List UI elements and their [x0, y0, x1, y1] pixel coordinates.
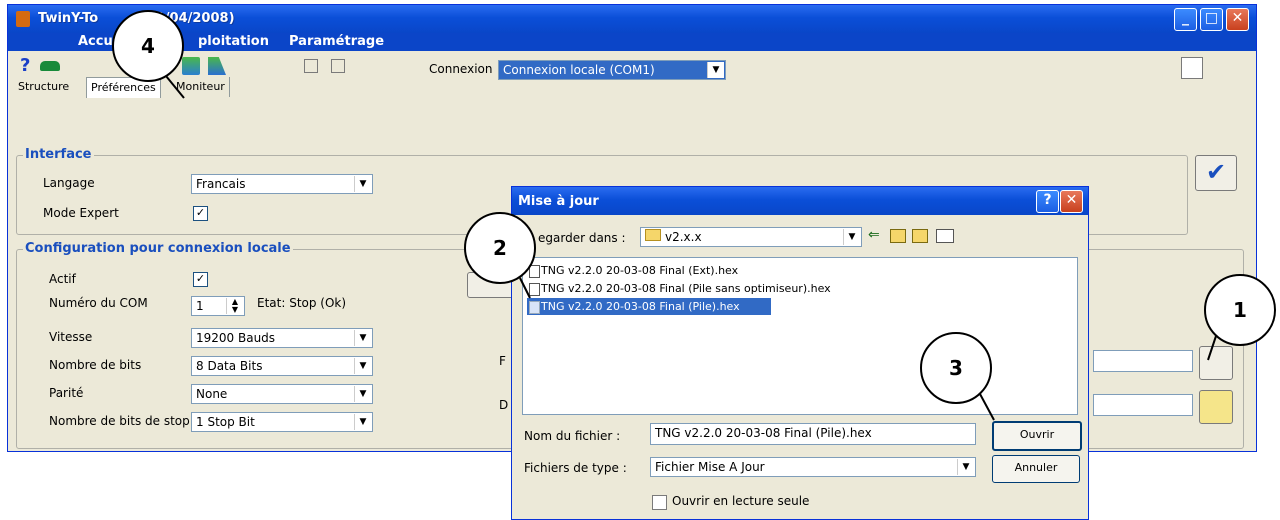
callout-1-leader [1207, 335, 1217, 361]
callout-4-leader [165, 75, 185, 99]
callout-2-leader [519, 277, 531, 299]
callout-leaders [165, 75, 1217, 421]
callout-3-leader [979, 393, 995, 421]
